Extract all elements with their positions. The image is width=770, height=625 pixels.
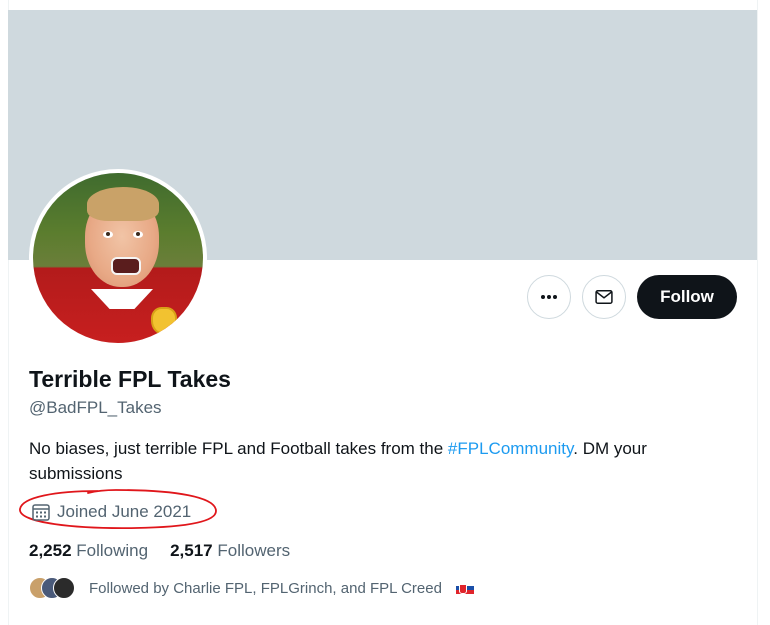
user-handle: @BadFPL_Takes — [29, 398, 162, 417]
slovakia-flag-icon — [455, 582, 474, 594]
profile-avatar[interactable] — [29, 169, 207, 347]
followed-by-text: Followed by Charlie FPL, FPLGrinch, and … — [89, 579, 442, 597]
bio-text: No biases, just terrible FPL and Footbal… — [29, 439, 448, 458]
avatar-hair — [87, 187, 159, 221]
join-date-text: Joined June 2021 — [57, 502, 192, 521]
more-options-button[interactable] — [527, 275, 571, 319]
following-count: 2,252 — [29, 541, 72, 560]
right-border — [757, 0, 758, 625]
followers-count: 2,517 — [170, 541, 213, 560]
club-crest-icon — [151, 307, 177, 335]
follow-button[interactable]: Follow — [637, 275, 737, 319]
follow-stats: 2,252 Following 2,517 Followers — [29, 541, 290, 561]
avatar-shirt-collar — [91, 289, 153, 309]
followers-label: Followers — [217, 541, 291, 560]
follower-avatar — [53, 577, 75, 599]
more-horizontal-icon — [541, 295, 557, 299]
followed-by[interactable]: Followed by Charlie FPL, FPLGrinch, and … — [29, 577, 474, 599]
mail-icon — [595, 290, 613, 304]
avatar-eye-left — [103, 231, 113, 238]
follower-avatars — [29, 577, 75, 599]
avatar-eye-right — [133, 231, 143, 238]
display-name: Terrible FPL Takes — [29, 366, 231, 392]
join-date: Joined June 2021 — [31, 502, 191, 522]
message-button[interactable] — [582, 275, 626, 319]
following-link[interactable]: 2,252 Following — [29, 541, 148, 561]
avatar-image — [33, 173, 203, 343]
bio-hashtag-link[interactable]: #FPLCommunity — [448, 439, 573, 458]
calendar-icon — [32, 504, 50, 521]
profile-bio: No biases, just terrible FPL and Footbal… — [29, 436, 729, 486]
following-label: Following — [76, 541, 149, 560]
followers-link[interactable]: 2,517 Followers — [170, 541, 290, 561]
top-margin — [0, 0, 770, 10]
avatar-mouth — [111, 257, 141, 275]
